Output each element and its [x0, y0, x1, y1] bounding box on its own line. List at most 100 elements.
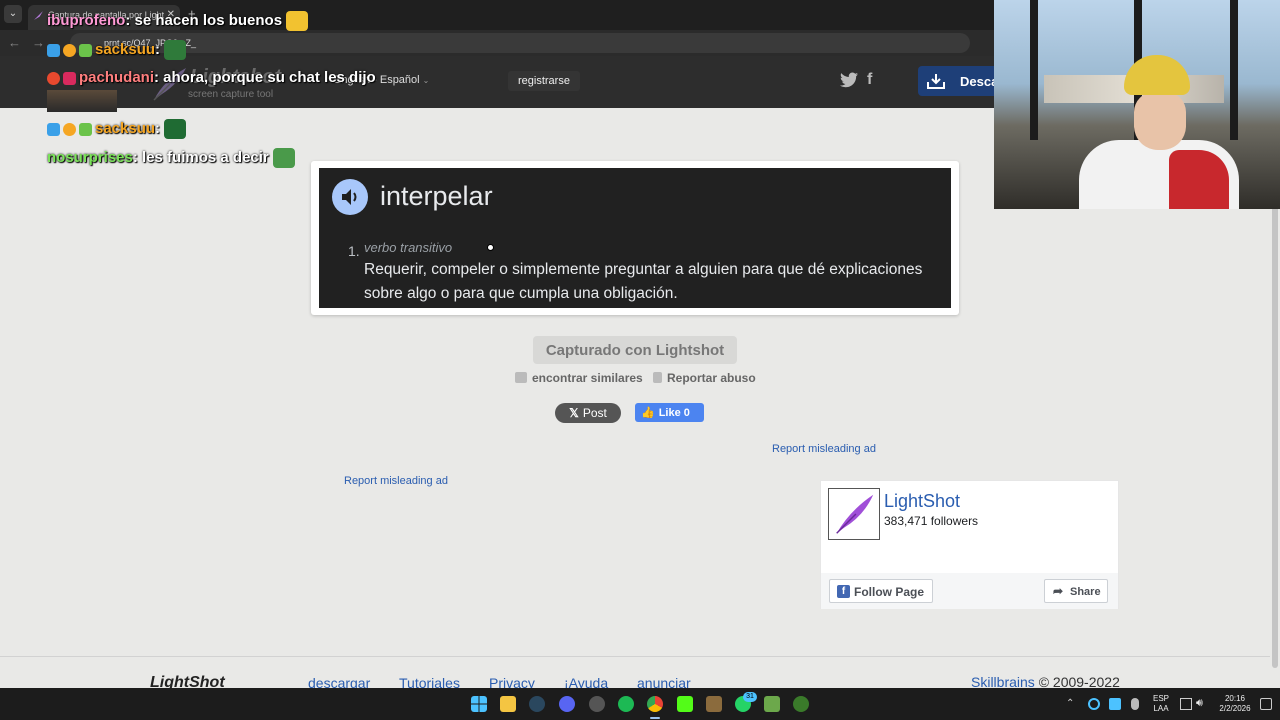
chat-username: nosurprises: [47, 148, 133, 166]
facebook-icon: f: [837, 585, 850, 598]
register-link[interactable]: registrarse: [508, 71, 580, 91]
share-icon: ➦: [1053, 584, 1064, 598]
chat-username: sacksuu: [95, 119, 156, 137]
chat-badge-icon: [63, 122, 76, 136]
windows-taskbar: 31 ⌃ ESP LAA 🔊︎ 20:16 2/2/2026: [0, 688, 1280, 720]
share-button[interactable]: ➦ Share: [1044, 579, 1108, 603]
chat-badge-icon: [47, 71, 60, 85]
x-post-label: Post: [582, 406, 607, 420]
clock[interactable]: 20:16 2/2/2026: [1214, 694, 1256, 714]
download-label: Desca: [960, 74, 999, 89]
lightshot-page-avatar[interactable]: [828, 488, 880, 540]
chat-username: ibuprofeno: [47, 11, 126, 29]
screenshot-image[interactable]: interpelar 1. verbo transitivo Requerir,…: [311, 161, 959, 315]
chat-badge-icon: [79, 43, 92, 57]
chat-emote-icon: [272, 148, 295, 168]
find-similar-link[interactable]: encontrar similares: [515, 371, 643, 385]
chat-message: nosurprises: les fuimos a decir: [47, 148, 295, 168]
site-logo-subtitle: screen capture tool: [188, 89, 274, 100]
chat-badge-icon: [79, 122, 92, 136]
chat-username: sacksuu: [95, 40, 156, 58]
tab-list-button[interactable]: ⌄: [4, 5, 22, 23]
chat-message: pachudani: ahora, porque su chat les dij…: [47, 69, 376, 86]
lightshot-favicon-icon: [34, 11, 43, 20]
webcam-overlay: [994, 0, 1280, 209]
share-label: Share: [1070, 586, 1101, 598]
fb-followers-count: 383,471 followers: [884, 514, 979, 528]
network-icon[interactable]: [1180, 698, 1192, 710]
report-abuse-label: Reportar abuso: [667, 371, 756, 385]
shirt-stripe: [1169, 150, 1229, 209]
twitter-icon[interactable]: [840, 72, 858, 88]
chat-badge-icon: [63, 43, 76, 57]
obs-icon[interactable]: [589, 696, 605, 712]
chat-badge-icon: [63, 71, 76, 85]
footer-divider: [0, 656, 1270, 657]
whatsapp-badge: 31: [743, 692, 757, 702]
chrome-icon[interactable]: [647, 696, 663, 712]
active-app-indicator: [650, 717, 660, 719]
steam-icon[interactable]: [529, 696, 545, 712]
camera-icon: [515, 372, 527, 383]
facebook-like-button[interactable]: 👍 Like 0: [635, 403, 704, 422]
sense-number: 1.: [348, 243, 360, 259]
app-tray-icon[interactable]: [1109, 698, 1121, 710]
report-abuse-link[interactable]: Reportar abuso: [653, 371, 756, 385]
chat-text: : ahora, porque su chat les dijo: [154, 69, 376, 86]
app-icon[interactable]: [793, 696, 809, 712]
lang-bottom: LAA: [1153, 704, 1169, 713]
clock-time: 20:16: [1224, 694, 1246, 703]
url-input[interactable]: prnt.sc/Q47_JPQ9tuZ_: [70, 33, 970, 53]
chat-message: ibuprofeno: se hacen los buenos: [47, 11, 309, 31]
file-explorer-icon[interactable]: [500, 696, 516, 712]
chevron-down-icon: ⌄: [422, 76, 430, 85]
thumbs-up-icon: 👍: [641, 407, 655, 419]
fb-page-name[interactable]: LightShot: [884, 491, 960, 512]
flag-icon: [653, 372, 662, 383]
forward-icon[interactable]: →: [32, 35, 45, 50]
captured-with-lightshot-button[interactable]: Capturado con Lightshot: [533, 336, 737, 364]
fb-widget-actions: f Follow Page ➦ Share: [821, 573, 1118, 609]
chat-text: :: [155, 119, 161, 137]
chat-text: : les fuimos a decir: [132, 148, 269, 166]
mouse-cursor-icon: [487, 244, 494, 251]
follow-page-button[interactable]: f Follow Page: [829, 579, 933, 603]
chevron-up-icon[interactable]: ⌃: [1066, 699, 1074, 709]
input-language[interactable]: ESP LAA: [1150, 694, 1172, 714]
like-label: Like 0: [658, 407, 690, 419]
dictionary-word: interpelar: [380, 181, 493, 211]
chat-username: pachudani: [79, 69, 155, 86]
chat-text: : se hacen los buenos: [125, 11, 283, 29]
find-similar-label: encontrar similares: [532, 371, 643, 385]
windows-start-icon[interactable]: [471, 696, 487, 712]
minecraft-icon[interactable]: [706, 696, 722, 712]
window-frame: [1030, 0, 1038, 140]
chat-emote-icon: [164, 119, 187, 139]
report-misleading-ad-link[interactable]: Report misleading ad: [344, 475, 448, 487]
definition-text: Requerir, compeler o simplemente pregunt…: [364, 261, 923, 302]
microphone-icon[interactable]: [1131, 698, 1139, 710]
chat-emote-icon: [286, 11, 309, 31]
download-icon: [927, 74, 945, 89]
kick-icon[interactable]: [677, 696, 693, 712]
lang-top: ESP: [1152, 694, 1169, 703]
dictionary-card: interpelar 1. verbo transitivo Requerir,…: [319, 168, 951, 308]
back-icon[interactable]: ←: [8, 35, 21, 50]
part-of-speech: verbo transitivo: [364, 240, 453, 255]
chat-badge-icon: [47, 43, 60, 57]
report-misleading-ad-link[interactable]: Report misleading ad: [772, 443, 876, 455]
streamer-face: [1134, 92, 1186, 150]
sync-icon[interactable]: [1088, 698, 1100, 710]
follow-page-label: Follow Page: [854, 585, 925, 599]
x-post-button[interactable]: 𝕏 Post: [555, 403, 621, 423]
chat-image: [47, 90, 117, 112]
facebook-icon[interactable]: f: [867, 71, 872, 89]
chat-text: :: [155, 40, 161, 58]
game-icon[interactable]: [764, 696, 780, 712]
discord-icon[interactable]: [559, 696, 575, 712]
spotify-icon[interactable]: [618, 696, 634, 712]
chat-message: sacksuu:: [47, 40, 187, 60]
x-logo-icon: 𝕏: [569, 406, 579, 420]
volume-icon[interactable]: 🔊︎: [1196, 698, 1203, 709]
notifications-icon[interactable]: [1260, 698, 1272, 710]
